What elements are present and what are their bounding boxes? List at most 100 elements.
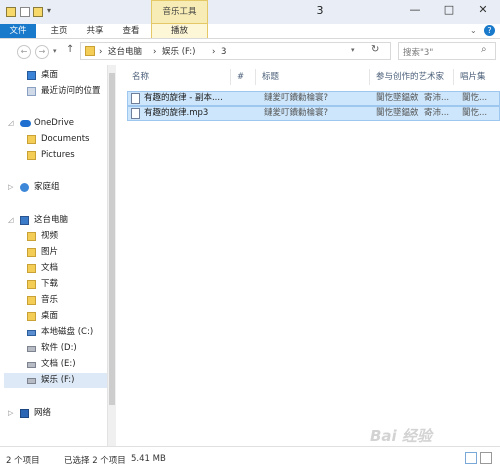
file-album: 闅忔... bbox=[462, 108, 488, 118]
computer-icon bbox=[20, 216, 29, 225]
scrollbar-thumb[interactable] bbox=[109, 73, 115, 405]
file-name: 有趣的旋律.mp3 bbox=[144, 108, 209, 118]
search-input[interactable]: 搜索"3" ⌕ bbox=[398, 42, 496, 60]
file-artist: 闅忔墜鎾斂 bbox=[376, 93, 419, 103]
nav-music[interactable]: 音乐 bbox=[0, 293, 116, 308]
videos-folder-icon bbox=[27, 232, 36, 241]
forward-button[interactable]: → bbox=[35, 45, 49, 59]
file-list: 名称 # 标题 参与创作的艺术家 唱片集 有趣的旋律 - 副本.... 鏈夎叮鐨… bbox=[117, 65, 500, 446]
properties-icon[interactable] bbox=[20, 7, 30, 17]
back-button[interactable]: ← bbox=[17, 45, 31, 59]
nav-pictures-pc[interactable]: 图片 bbox=[0, 245, 116, 260]
selected-count: 已选择 2 个项目 bbox=[64, 456, 126, 466]
recent-dropdown-icon[interactable]: ▾ bbox=[53, 47, 57, 55]
nav-desktop-pc[interactable]: 桌面 bbox=[0, 309, 116, 324]
nav-drive-f[interactable]: 娱乐 (F:) bbox=[4, 373, 107, 388]
address-bar[interactable]: › 这台电脑 › 娱乐 (F:) › 3 ▾ ↻ bbox=[80, 42, 391, 60]
file-title: 鏈夎叮鐨勬棆寰? bbox=[264, 108, 329, 118]
nav-network[interactable]: ▷ 网络 bbox=[0, 406, 116, 421]
close-button[interactable]: ✕ bbox=[466, 0, 500, 20]
folder-icon bbox=[27, 135, 36, 144]
file-name: 有趣的旋律 - 副本.... bbox=[144, 93, 223, 103]
network-icon bbox=[20, 409, 29, 418]
drive-icon bbox=[27, 346, 36, 352]
breadcrumb-folder[interactable]: 3 bbox=[221, 45, 226, 59]
minimize-button[interactable]: — bbox=[398, 0, 432, 20]
breadcrumb-thispc[interactable]: 这台电脑 bbox=[108, 45, 142, 59]
nav-documents[interactable]: Documents bbox=[0, 132, 116, 147]
expand-ribbon-icon[interactable]: ⌄ bbox=[470, 26, 477, 35]
address-row: ← → ▾ ↑ › 这台电脑 › 娱乐 (F:) › 3 ▾ ↻ 搜索"3" ⌕ bbox=[0, 39, 500, 65]
details-view-icon[interactable] bbox=[465, 452, 477, 464]
maximize-button[interactable]: □ bbox=[432, 0, 466, 20]
breadcrumb-sep: › bbox=[99, 47, 103, 57]
nav-drive-e[interactable]: 文档 (E:) bbox=[0, 357, 116, 372]
file-artist: 闅忔墜鎾斂 bbox=[376, 108, 419, 118]
file-artist-extra: 寄沛... bbox=[424, 108, 450, 118]
nav-scrollbar[interactable] bbox=[107, 65, 116, 446]
help-icon[interactable]: ? bbox=[484, 25, 495, 36]
pictures-folder-icon bbox=[27, 248, 36, 257]
ribbon-tabs: 文件 主页 共享 查看 播放 ⌄ ? bbox=[0, 24, 500, 39]
file-album: 闅忔... bbox=[462, 93, 488, 103]
documents-folder-icon bbox=[27, 264, 36, 273]
nav-homegroup[interactable]: ▷ 家庭组 bbox=[0, 180, 116, 195]
nav-videos[interactable]: 视频 bbox=[0, 229, 116, 244]
column-name[interactable]: 名称 bbox=[126, 69, 231, 85]
expand-chevron-icon[interactable]: ◿ bbox=[8, 213, 13, 228]
music-folder-icon bbox=[27, 296, 36, 305]
downloads-folder-icon bbox=[27, 280, 36, 289]
file-row[interactable]: 有趣的旋律.mp3 鏈夎叮鐨勬棆寰? 闅忔墜鎾斂 寄沛... 闅忔... bbox=[127, 106, 500, 121]
search-placeholder: 搜索"3" bbox=[403, 48, 434, 58]
desktop-icon bbox=[27, 71, 36, 80]
item-count: 2 个项目 bbox=[6, 456, 40, 466]
onedrive-icon bbox=[20, 120, 31, 127]
nav-pictures[interactable]: Pictures bbox=[0, 148, 116, 163]
audio-file-icon bbox=[131, 108, 140, 119]
expand-chevron-icon[interactable]: ▷ bbox=[8, 406, 13, 421]
breadcrumb-sep: › bbox=[153, 47, 157, 57]
tab-view[interactable]: 查看 bbox=[116, 24, 146, 38]
title-bar: ▾ 音乐工具 3 — □ ✕ bbox=[0, 0, 500, 25]
expand-chevron-icon[interactable]: ◿ bbox=[8, 116, 13, 131]
large-icons-view-icon[interactable] bbox=[480, 452, 492, 464]
file-title: 鏈夎叮鐨勬棆寰? bbox=[264, 93, 329, 103]
column-artist[interactable]: 参与创作的艺术家 bbox=[370, 69, 454, 85]
up-button[interactable]: ↑ bbox=[66, 44, 74, 55]
file-row[interactable]: 有趣的旋律 - 副本.... 鏈夎叮鐨勬棆寰? 闅忔墜鎾斂 寄沛... 闅忔..… bbox=[127, 91, 500, 106]
nav-documents-pc[interactable]: 文档 bbox=[0, 261, 116, 276]
homegroup-icon bbox=[20, 183, 29, 192]
nav-recent-places[interactable]: 最近访问的位置 bbox=[0, 84, 116, 99]
drive-icon bbox=[27, 362, 36, 368]
search-icon[interactable]: ⌕ bbox=[481, 44, 487, 55]
selected-size: 5.41 MB bbox=[131, 454, 166, 464]
context-tab-header: 音乐工具 bbox=[151, 0, 208, 24]
nav-thispc[interactable]: ◿ 这台电脑 bbox=[0, 213, 116, 228]
column-number[interactable]: # bbox=[231, 69, 256, 85]
nav-drive-c[interactable]: 本地磁盘 (C:) bbox=[0, 325, 116, 340]
tab-playback[interactable]: 播放 bbox=[151, 24, 208, 38]
tab-file[interactable]: 文件 bbox=[0, 24, 36, 38]
expand-chevron-icon[interactable]: ▷ bbox=[8, 180, 13, 195]
address-dropdown-icon[interactable]: ▾ bbox=[351, 46, 355, 54]
navigation-pane: 桌面 最近访问的位置 ◿ OneDrive Documents Pictures… bbox=[0, 65, 116, 446]
column-title[interactable]: 标题 bbox=[256, 69, 370, 85]
breadcrumb-drive[interactable]: 娱乐 (F:) bbox=[162, 45, 195, 59]
tab-share[interactable]: 共享 bbox=[80, 24, 110, 38]
new-folder-icon[interactable] bbox=[33, 7, 43, 17]
tab-home[interactable]: 主页 bbox=[44, 24, 74, 38]
window-title: 3 bbox=[316, 4, 324, 17]
nav-downloads[interactable]: 下载 bbox=[0, 277, 116, 292]
column-album[interactable]: 唱片集 bbox=[454, 69, 500, 85]
nav-desktop-fav[interactable]: 桌面 bbox=[0, 68, 116, 83]
nav-drive-d[interactable]: 软件 (D:) bbox=[0, 341, 116, 356]
nav-onedrive[interactable]: ◿ OneDrive bbox=[0, 116, 116, 131]
breadcrumb-sep: › bbox=[212, 47, 216, 57]
qat-dropdown-icon[interactable]: ▾ bbox=[47, 6, 51, 15]
watermark: Bai 经验 bbox=[370, 427, 432, 445]
audio-file-icon bbox=[131, 93, 140, 104]
app-icon bbox=[6, 7, 16, 17]
status-bar: 2 个项目 已选择 2 个项目 5.41 MB bbox=[0, 446, 500, 472]
refresh-icon[interactable]: ↻ bbox=[371, 44, 379, 55]
folder-icon bbox=[85, 46, 95, 56]
